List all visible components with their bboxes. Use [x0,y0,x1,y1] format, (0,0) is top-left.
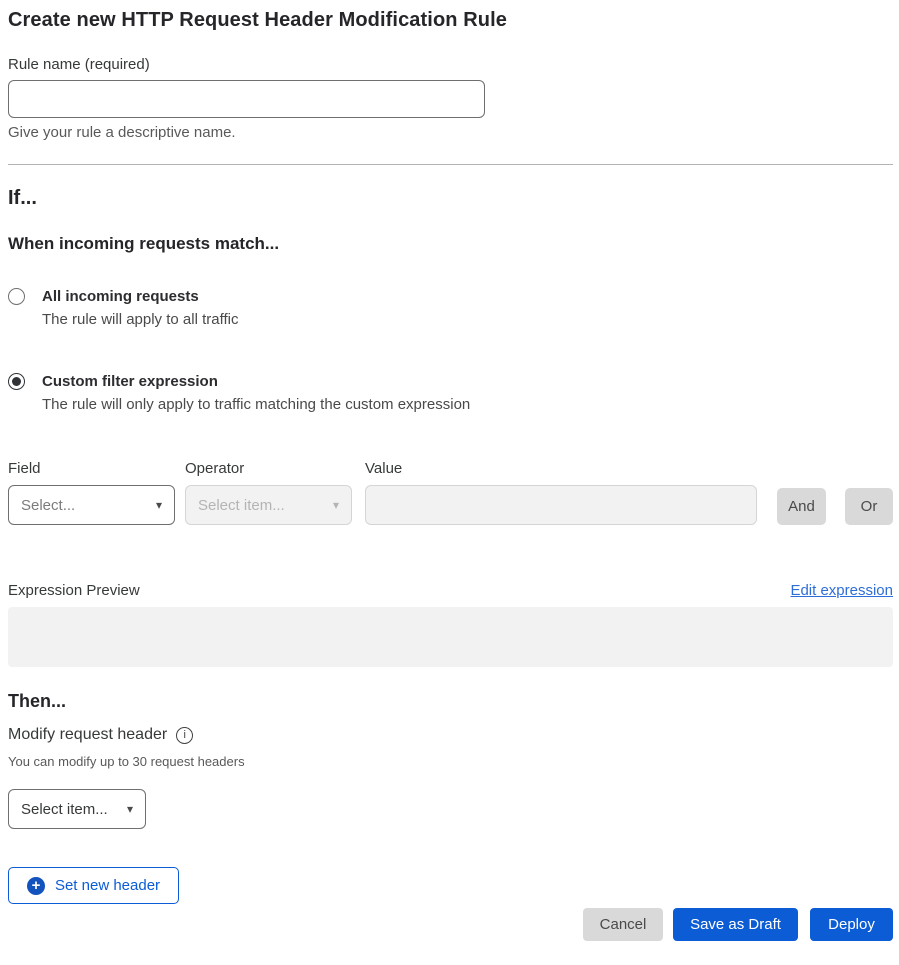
create-rule-page: Create new HTTP Request Header Modificat… [0,9,899,941]
radio-all-requests-description: The rule will apply to all traffic [42,311,238,329]
value-label: Value [365,460,757,477]
radio-custom-expression-label: Custom filter expression [42,372,470,391]
set-new-header-label: Set new header [55,877,160,894]
or-button[interactable]: Or [845,488,893,525]
radio-custom-expression-description: The rule will only apply to traffic matc… [42,396,470,414]
radio-custom-expression[interactable] [8,373,25,390]
deploy-button[interactable]: Deploy [810,908,893,941]
chevron-down-icon: ▾ [333,498,339,512]
expression-preview-box [8,607,893,667]
expression-preview-label: Expression Preview [8,582,140,599]
section-divider [8,164,893,165]
operator-select-value: Select item... [198,497,285,514]
set-new-header-button[interactable]: + Set new header [8,867,179,904]
chevron-down-icon: ▾ [127,802,133,816]
radio-option-custom-expression[interactable]: Custom filter expression The rule will o… [8,372,893,414]
radio-all-requests-label: All incoming requests [42,287,238,306]
field-select[interactable]: Select... ▾ [8,485,175,525]
expression-preview-row: Expression Preview Edit expression [8,582,893,599]
rule-name-help: Give your rule a descriptive name. [8,124,893,141]
expression-builder-row: Field Select... ▾ Operator Select item..… [8,460,893,525]
operator-label: Operator [185,460,352,477]
info-icon[interactable]: i [176,727,193,744]
page-title: Create new HTTP Request Header Modificat… [8,9,893,32]
modify-request-header-label: Modify request header [8,726,167,744]
operator-select[interactable]: Select item... ▾ [185,485,352,525]
footer-actions: Cancel Save as Draft Deploy [8,908,893,941]
header-action-select-value: Select item... [21,801,108,818]
rule-name-label: Rule name (required) [8,56,893,73]
cancel-button[interactable]: Cancel [583,908,663,941]
field-label: Field [8,460,175,477]
modify-header-row: Modify request header i [8,726,893,744]
modify-header-help: You can modify up to 30 request headers [8,754,893,769]
plus-icon: + [27,877,45,895]
header-action-select[interactable]: Select item... ▾ [8,789,146,829]
value-input[interactable] [365,485,757,525]
radio-option-all-requests[interactable]: All incoming requests The rule will appl… [8,287,893,329]
when-match-heading: When incoming requests match... [8,234,893,254]
if-heading: If... [8,187,893,210]
then-heading: Then... [8,691,893,712]
and-button[interactable]: And [777,488,826,525]
radio-all-requests[interactable] [8,288,25,305]
edit-expression-link[interactable]: Edit expression [790,582,893,599]
chevron-down-icon: ▾ [156,498,162,512]
save-as-draft-button[interactable]: Save as Draft [673,908,798,941]
field-select-value: Select... [21,497,75,514]
rule-name-input[interactable] [8,80,485,118]
